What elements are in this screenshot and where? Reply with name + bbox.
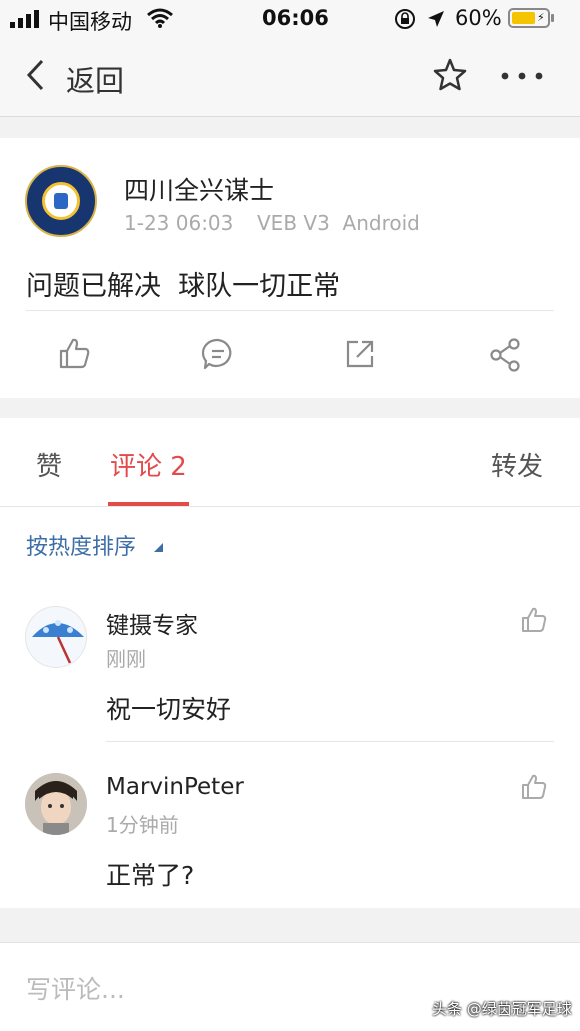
orientation-lock-icon <box>395 9 415 29</box>
star-icon[interactable] <box>432 57 468 93</box>
umbrella-icon <box>32 620 84 664</box>
post-author[interactable]: 四川全兴谋士 <box>124 171 274 207</box>
comment-time: 1分钟前 <box>106 813 179 837</box>
wifi-icon <box>147 8 173 28</box>
nav-bar: 返回 <box>0 38 580 117</box>
more-icon[interactable] <box>500 71 544 81</box>
comment-input[interactable]: 写评论... <box>26 970 125 1006</box>
clock: 06:06 <box>262 6 329 30</box>
like-icon[interactable] <box>57 336 91 370</box>
tabs-divider <box>0 506 580 507</box>
face-photo-icon <box>25 773 87 835</box>
post-device: VEB V3 Android <box>257 211 420 235</box>
post-divider <box>26 310 554 311</box>
comments-section <box>0 418 580 908</box>
sort-caret-icon[interactable] <box>154 543 163 552</box>
post-time: 1-23 06:03 <box>124 211 234 235</box>
carrier-label: 中国移动 <box>48 10 132 34</box>
author-avatar[interactable] <box>25 165 97 237</box>
post-text: 问题已解决 球队一切正常 <box>26 271 341 302</box>
watermark: 头条 @绿茵冠军足球 <box>432 1000 572 1018</box>
status-bar: 中国移动 06:06 60% ⚡ <box>0 0 580 38</box>
commenter-avatar[interactable] <box>25 773 87 835</box>
comment-author[interactable]: 键摄专家 <box>106 606 198 640</box>
comment-time: 刚刚 <box>106 647 146 671</box>
back-button[interactable]: 返回 <box>66 58 124 100</box>
sort-toggle[interactable]: 按热度排序 <box>26 529 136 561</box>
tab-comments[interactable]: 评论 2 <box>110 446 187 483</box>
battery-icon: ⚡ <box>508 8 550 28</box>
comment-text: 正常了? <box>106 861 195 890</box>
location-icon <box>428 11 444 27</box>
share-icon[interactable] <box>488 337 524 373</box>
tab-likes[interactable]: 赞 <box>36 446 62 483</box>
battery-percent: 60% <box>455 6 502 30</box>
back-icon[interactable] <box>24 58 46 92</box>
comment-text: 祝一切安好 <box>106 695 232 724</box>
signal-icon <box>10 10 39 28</box>
comment-author[interactable]: MarvinPeter <box>106 774 244 800</box>
repost-icon[interactable] <box>344 338 376 370</box>
comment-like-icon[interactable] <box>520 606 548 634</box>
comment-like-icon[interactable] <box>520 773 548 801</box>
comment-icon[interactable] <box>201 337 235 371</box>
comment-divider <box>106 741 554 742</box>
tab-reposts[interactable]: 转发 <box>491 446 543 483</box>
commenter-avatar[interactable] <box>25 606 87 668</box>
